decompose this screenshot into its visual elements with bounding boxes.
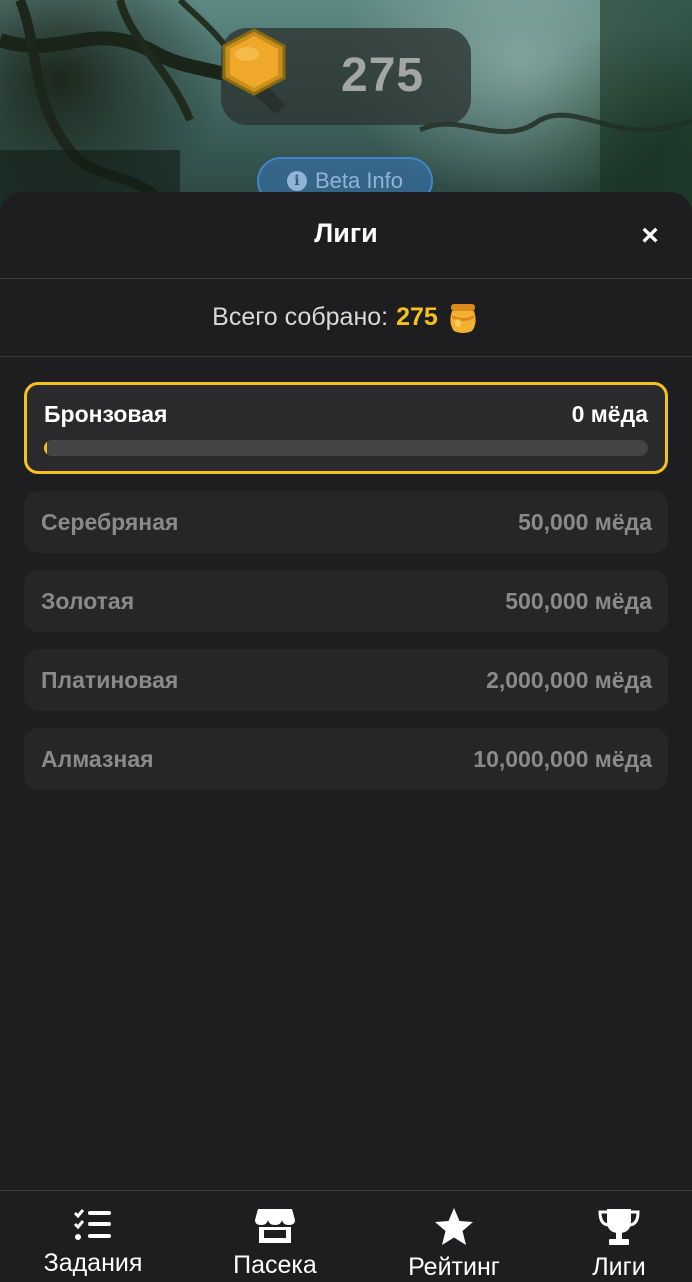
honeycomb-coin-icon — [222, 28, 286, 96]
total-value: 275 — [396, 303, 438, 331]
leagues-sheet: Лиги × Всего собрано: 275 Бронзовая 0 мё… — [0, 192, 692, 1192]
beta-info-label: Beta Info — [314, 168, 404, 193]
league-platinum[interactable]: Платиновая 2,000,000 мёда — [24, 649, 668, 711]
league-progress-bar — [44, 439, 648, 456]
nav-label: Лиги — [592, 1253, 646, 1281]
tasks-icon — [73, 1209, 111, 1240]
league-gold[interactable]: Золотая 500,000 мёда — [24, 570, 668, 632]
trophy-icon — [598, 1209, 640, 1245]
nav-label: Пасека — [233, 1251, 317, 1279]
league-requirement: 0 мёда — [571, 400, 648, 427]
league-name: Бронзовая — [44, 400, 168, 427]
league-requirement: 2,000,000 мёда — [486, 666, 652, 693]
nav-label: Рейтинг — [408, 1253, 500, 1281]
bottom-nav: Задания Пасека Рейтинг Лиги — [0, 1190, 692, 1281]
nav-tasks[interactable]: Задания — [13, 1207, 173, 1278]
nav-label: Задания — [43, 1249, 143, 1277]
info-icon: i — [286, 171, 307, 191]
balance-pill: 275 — [221, 28, 471, 125]
star-icon — [435, 1208, 473, 1245]
balance-value: 275 — [341, 49, 425, 102]
league-bronze[interactable]: Бронзовая 0 мёда — [24, 382, 668, 474]
total-label: Всего собрано: — [212, 303, 389, 331]
league-list: Бронзовая 0 мёда Серебряная 50,000 мёда … — [24, 382, 668, 807]
league-diamond[interactable]: Алмазная 10,000,000 мёда — [24, 728, 668, 790]
league-requirement: 500,000 мёда — [505, 587, 652, 614]
close-button[interactable]: × — [638, 221, 662, 251]
league-requirement: 10,000,000 мёда — [473, 745, 652, 772]
sheet-header: Лиги × — [0, 192, 692, 279]
nav-apiary[interactable]: Пасека — [195, 1207, 355, 1280]
league-silver[interactable]: Серебряная 50,000 мёда — [24, 491, 668, 553]
league-progress-fill — [44, 439, 47, 456]
total-collected: Всего собрано: 275 — [0, 279, 692, 357]
nav-leagues[interactable]: Лиги — [539, 1207, 692, 1282]
store-icon — [255, 1209, 295, 1243]
league-name: Золотая — [41, 587, 135, 614]
sheet-title: Лиги — [314, 217, 378, 248]
nav-rating[interactable]: Рейтинг — [374, 1207, 534, 1282]
honey-pot-icon — [450, 303, 476, 333]
league-name: Серебряная — [41, 508, 179, 535]
league-name: Платиновая — [41, 666, 179, 693]
league-name: Алмазная — [41, 745, 154, 772]
league-requirement: 50,000 мёда — [518, 508, 652, 535]
